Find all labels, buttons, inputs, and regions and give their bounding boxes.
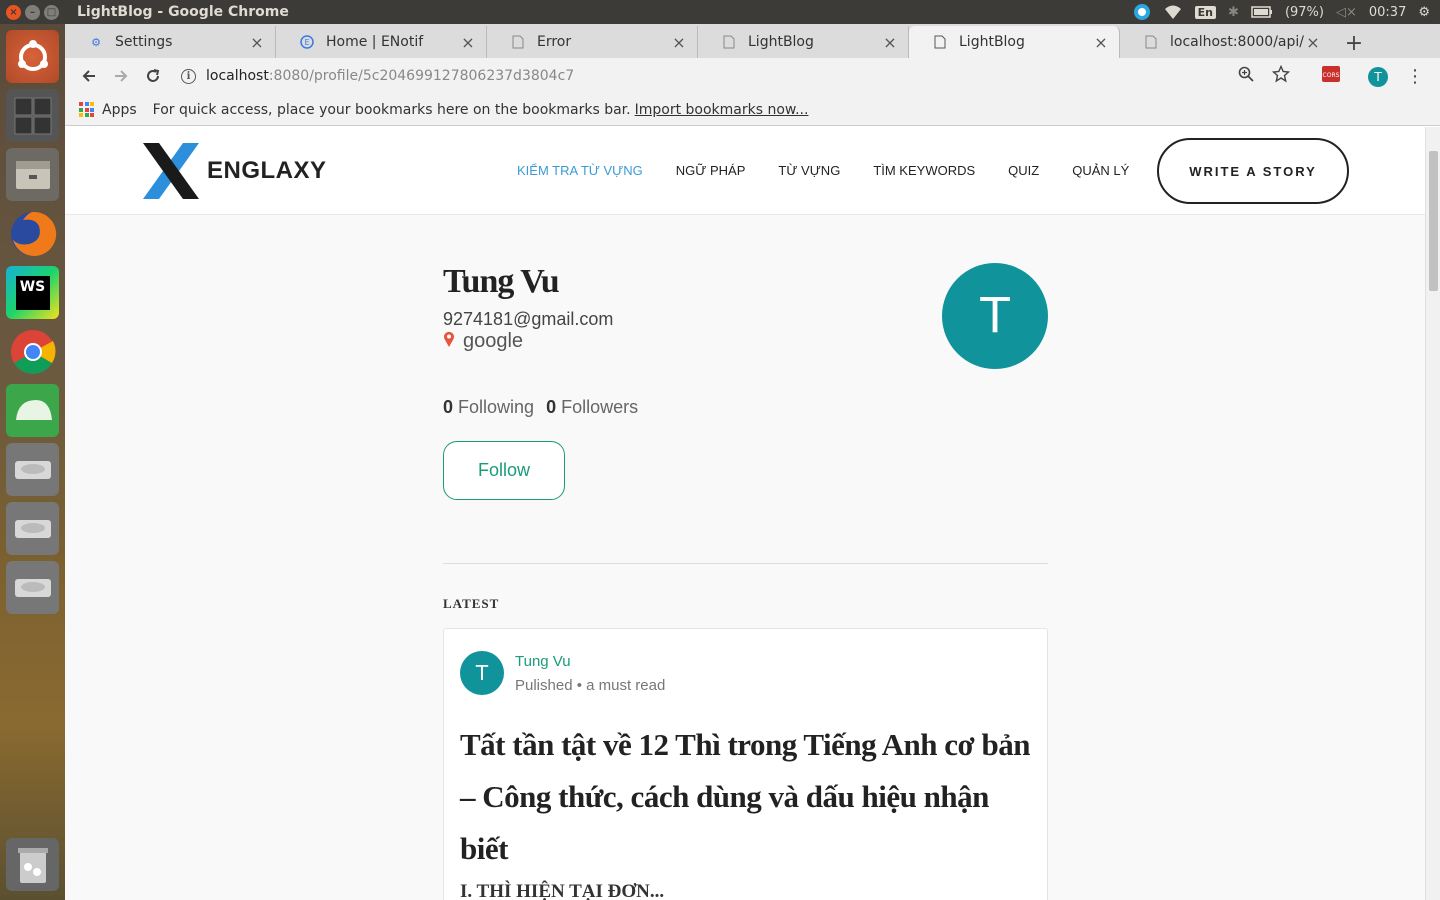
site-header: ENGLAXY KIỂM TRA TỪ VỰNG NGỮ PHÁP TỪ VỰN… [65,127,1425,215]
bluetooth-icon[interactable]: ✱ [1228,5,1239,20]
bookmarks-bar: Apps For quick access, place your bookma… [65,94,1440,126]
gear-icon: ⚙ [91,35,101,49]
scrollbar-thumb[interactable] [1429,151,1438,291]
location-text: google [463,330,524,352]
tab-enotif[interactable]: E Home | ENotif × [276,26,487,58]
cors-extension-icon[interactable]: CORS [1322,66,1340,86]
tab-error[interactable]: Error × [487,26,698,58]
tab-close-icon[interactable]: × [1093,33,1109,52]
battery-percent: (97%) [1284,4,1324,20]
svg-text:E: E [304,38,309,47]
apps-grid-icon[interactable] [79,102,94,117]
import-bookmarks-link[interactable]: Import bookmarks now... [635,102,809,118]
englaxy-logo-icon [143,143,199,199]
page-icon [1144,35,1158,49]
window-close-button[interactable]: × [6,4,21,20]
new-tab-button[interactable]: + [1339,28,1369,58]
nav-vocabulary[interactable]: TỪ VỰNG [778,163,840,178]
drive-icon-2[interactable] [6,502,59,555]
settings-gear-icon[interactable]: ⚙ [1418,5,1430,20]
tab-close-icon[interactable]: × [1305,33,1321,52]
browser-toolbar: i localhost:8080/profile/5c2046991278062… [65,58,1440,94]
followers-stat[interactable]: 0 Followers [546,397,638,418]
ubuntu-dash-icon[interactable] [6,30,59,83]
system-top-panel: × – □ LightBlog - Google Chrome En ✱ (97… [0,0,1440,24]
keyboard-language-indicator[interactable]: En [1194,5,1217,19]
skype-icon[interactable] [1133,3,1151,21]
firefox-icon[interactable] [6,207,59,260]
logo-text: ENGLAXY [207,157,327,184]
trash-icon[interactable] [6,838,59,891]
address-bar[interactable]: i localhost:8080/profile/5c2046991278062… [181,62,1238,90]
profile-avatar: T [942,263,1048,369]
drive-icon-3[interactable] [6,561,59,614]
nav-keywords[interactable]: TÌM KEYWORDS [873,163,975,178]
follow-stats: 0 Following 0 Followers [443,397,638,418]
webstorm-icon[interactable]: WS [6,266,59,319]
page-viewport: ENGLAXY KIỂM TRA TỪ VỰNG NGỮ PHÁP TỪ VỰN… [65,127,1425,900]
profile-section: Tung Vu 9274181@gmail.com google T 0 Fol… [443,263,1048,900]
url-path: :8080/profile/5c204699127806237d3804c7 [268,68,575,84]
tab-close-icon[interactable]: × [671,33,687,52]
file-manager-icon[interactable] [6,148,59,201]
back-button[interactable] [75,62,103,90]
url-host: localhost [206,68,269,84]
window-maximize-button[interactable]: □ [44,4,59,20]
tab-lightblog[interactable]: LightBlog × [698,26,909,58]
drive-icon-1[interactable] [6,443,59,496]
write-story-button[interactable]: WRITE A STORY [1157,138,1349,204]
clock[interactable]: 00:37 [1369,5,1406,20]
tab-close-icon[interactable]: × [882,33,898,52]
nav-grammar[interactable]: NGỮ PHÁP [676,163,746,178]
follow-button[interactable]: Follow [443,441,565,500]
reload-button[interactable] [139,62,167,90]
chrome-icon[interactable] [6,325,59,378]
wifi-icon[interactable] [1163,4,1183,20]
post-card[interactable]: T Tung Vu Pulished • a must read Tất tần… [443,628,1048,900]
following-stat[interactable]: 0 Following [443,397,534,418]
site-info-icon[interactable]: i [181,68,196,84]
post-title[interactable]: Tất tần tật về 12 Thì trong Tiếng Anh cơ… [460,719,1030,875]
site-logo[interactable]: ENGLAXY [139,139,327,203]
unity-launcher: WS [0,24,65,900]
nav-vocab-test[interactable]: KIỂM TRA TỪ VỰNG [517,163,643,178]
post-author-avatar[interactable]: T [460,651,504,695]
bookmark-star-icon[interactable] [1271,64,1291,87]
volume-muted-icon[interactable]: ◁× [1336,5,1357,20]
page-icon [933,35,947,49]
page-scrollbar[interactable] [1425,127,1440,900]
svg-text:CORS: CORS [1323,72,1340,79]
tab-close-icon[interactable]: × [249,33,265,52]
zoom-icon[interactable] [1238,66,1254,86]
browser-window: ⚙ Settings × E Home | ENotif × Error × L… [65,24,1440,900]
tab-close-icon[interactable]: × [460,33,476,52]
page-icon [511,35,525,49]
tab-strip: ⚙ Settings × E Home | ENotif × Error × L… [65,24,1440,58]
tab-lightblog-active[interactable]: LightBlog × [909,26,1120,58]
window-title: LightBlog - Google Chrome [77,4,289,20]
section-divider [443,563,1048,564]
enotif-icon: E [300,35,314,49]
post-meta: Pulished • a must read [515,677,666,694]
menu-kebab-icon[interactable]: ⋮ [1406,66,1424,87]
page-icon [722,35,736,49]
latest-heading: LATEST [443,596,500,611]
post-author-link[interactable]: Tung Vu [515,653,571,670]
profile-avatar-icon[interactable]: T [1368,66,1388,87]
nav-quiz[interactable]: QUIZ [1008,163,1039,178]
tab-api[interactable]: localhost:8000/api/us × [1120,26,1331,58]
post-excerpt: I. THÌ HIỆN TẠI ĐƠN... [460,881,665,900]
bookmarks-hint: For quick access, place your bookmarks h… [152,101,631,118]
tab-settings[interactable]: ⚙ Settings × [65,26,276,58]
workspace-switcher-icon[interactable] [6,89,59,142]
forward-button[interactable] [107,62,135,90]
apps-link[interactable]: Apps [102,102,137,118]
battery-icon[interactable] [1251,6,1273,18]
db-tool-turtle-icon[interactable] [6,384,59,437]
nav-manage[interactable]: QUẢN LÝ [1072,163,1129,178]
site-nav: KIỂM TRA TỪ VỰNG NGỮ PHÁP TỪ VỰNG TÌM KE… [517,163,1129,178]
location-pin-icon [443,331,455,353]
window-minimize-button[interactable]: – [25,4,40,20]
